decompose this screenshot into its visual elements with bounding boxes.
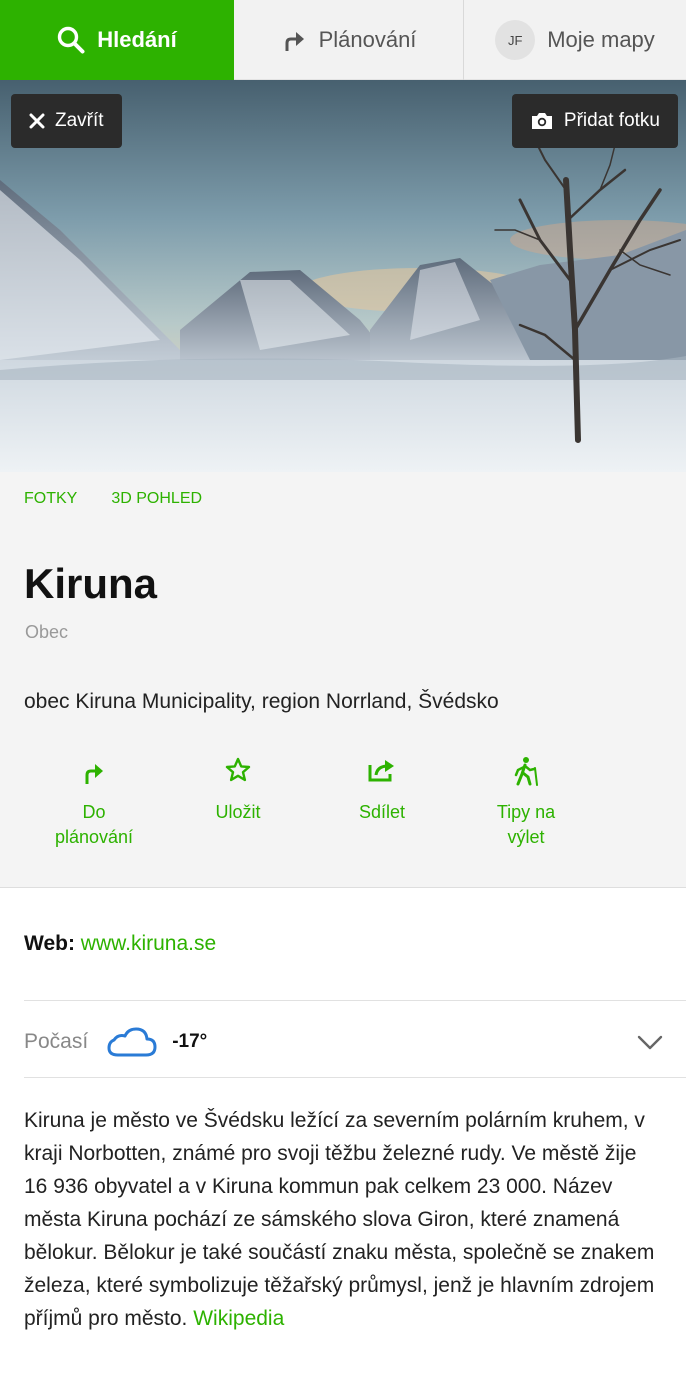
top-navigation: Hledání Plánování JF Moje mapy: [0, 0, 686, 80]
place-title: Kiruna: [24, 560, 158, 607]
trip-tips-label-1: Tipy na: [496, 802, 556, 822]
add-photo-label: Přidat fotku: [563, 110, 660, 131]
place-type: Obec: [25, 622, 69, 642]
route-arrow-icon: [285, 32, 304, 51]
close-label: Zavřít: [55, 110, 104, 131]
tab-my-maps[interactable]: JF Moje mapy: [464, 0, 686, 80]
web-label: Web:: [24, 932, 75, 955]
cloud-icon: [107, 1027, 157, 1057]
tab-search-label: Hledání: [97, 27, 177, 52]
trip-tips-button[interactable]: Tipy na výlet: [456, 756, 596, 850]
save-button[interactable]: Uložit: [168, 756, 308, 825]
add-to-planning-button[interactable]: Do plánování: [24, 756, 164, 850]
tab-planning[interactable]: Plánování: [234, 0, 464, 80]
tab-search[interactable]: Hledání: [0, 0, 234, 80]
place-info: FOTKY 3D POHLED Kiruna Obec obec Kiruna …: [0, 472, 686, 888]
share-icon: [368, 760, 394, 782]
web-link[interactable]: www.kiruna.se: [81, 932, 216, 955]
3d-view-link[interactable]: 3D POHLED: [111, 490, 202, 508]
share-button[interactable]: Sdílet: [312, 756, 452, 825]
media-links: FOTKY 3D POHLED: [24, 490, 202, 508]
divider: [24, 1000, 686, 1001]
share-label: Sdílet: [358, 802, 406, 822]
close-button[interactable]: Zavřít: [11, 94, 122, 148]
hiking-icon: [514, 757, 538, 786]
save-label: Uložit: [215, 802, 261, 822]
trip-tips-label-2: výlet: [507, 827, 545, 847]
search-icon: [58, 26, 85, 54]
add-photo-button[interactable]: Přidat fotku: [511, 94, 678, 148]
description-text: Kiruna je město ve Švédsku ležící za sev…: [24, 1109, 655, 1330]
chevron-down-icon[interactable]: [636, 1028, 664, 1056]
weather-row[interactable]: Počasí -17°: [24, 1008, 664, 1076]
add-to-planning-label-2: plánování: [54, 827, 134, 847]
photos-link[interactable]: FOTKY: [24, 490, 77, 508]
divider: [24, 1077, 686, 1078]
place-photo[interactable]: Zavřít Přidat fotku: [0, 80, 686, 472]
web-row: Web: www.kiruna.se: [24, 932, 216, 956]
route-arrow-icon: [85, 764, 103, 784]
tab-my-maps-label: Moje mapy: [547, 27, 655, 52]
star-icon: [225, 757, 251, 782]
action-bar: Do plánování Uložit Sdílet Tipy na výlet: [24, 756, 624, 876]
camera-icon: [531, 113, 552, 129]
temperature-value: -17°: [172, 1031, 208, 1052]
add-to-planning-label-1: Do: [82, 802, 106, 822]
tab-planning-label: Plánování: [318, 27, 417, 52]
close-icon: [29, 113, 45, 129]
weather-label: Počasí: [24, 1030, 89, 1053]
wikipedia-link[interactable]: Wikipedia: [193, 1307, 284, 1330]
place-address: obec Kiruna Municipality, region Norrlan…: [24, 690, 499, 713]
avatar: JF: [495, 20, 536, 60]
place-description: Kiruna je město ve Švédsku ležící za sev…: [24, 1104, 664, 1335]
